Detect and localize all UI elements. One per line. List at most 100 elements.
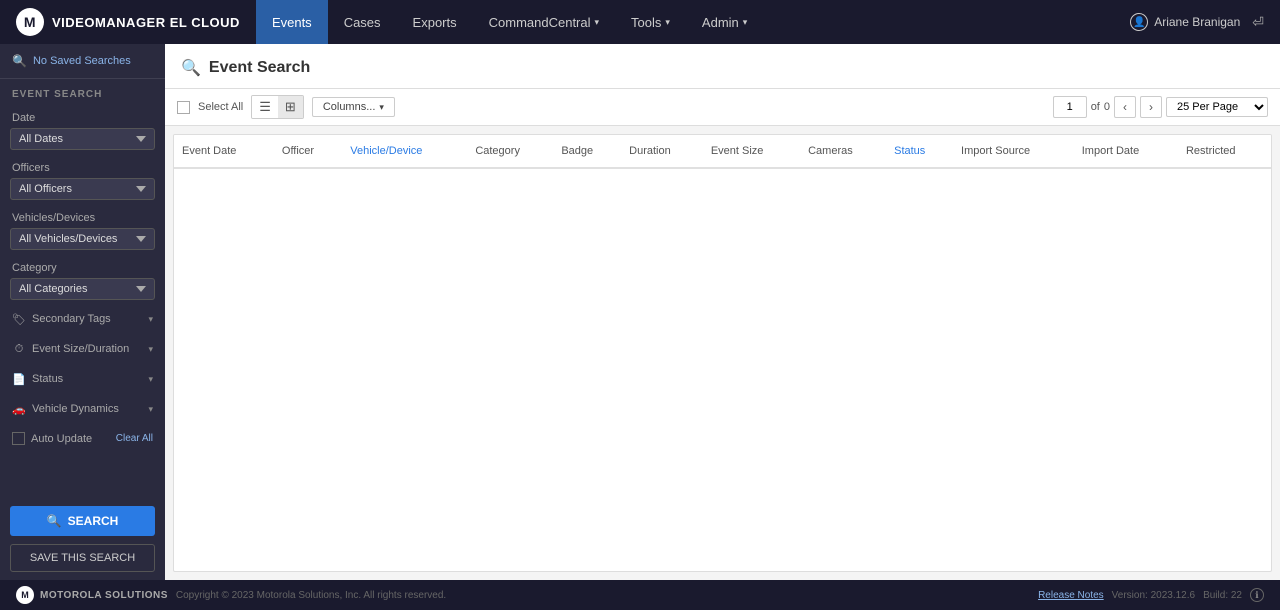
logo-letter: M <box>24 14 36 30</box>
col-import-source: Import Source <box>953 135 1074 168</box>
footer-logo-circle: M <box>16 586 34 604</box>
chevron-down-icon: ▾ <box>379 102 384 113</box>
saved-searches[interactable]: 🔍 No Saved Searches <box>0 44 165 79</box>
nav-command-central[interactable]: CommandCentral▾ <box>473 0 615 44</box>
col-cameras: Cameras <box>800 135 886 168</box>
officers-filter-label: Officers <box>0 154 165 178</box>
app-logo: M VIDEOMANAGER EL CLOUD <box>0 8 256 36</box>
chevron-down-icon: ▾ <box>148 314 153 325</box>
list-view-button[interactable]: ☰ <box>252 96 278 118</box>
footer-brand: MOTOROLA SOLUTIONS <box>40 590 168 601</box>
pagination: of 0 ‹ › 25 Per Page 10 Per Page 50 Per … <box>1053 96 1268 118</box>
columns-button[interactable]: Columns... ▾ <box>312 97 395 117</box>
col-event-size: Event Size <box>703 135 800 168</box>
search-button-label: SEARCH <box>68 514 119 528</box>
username: Ariane Branigan <box>1154 15 1240 29</box>
vehicles-devices-filter-select[interactable]: All Vehicles/Devices <box>10 228 155 250</box>
clear-all-button[interactable]: Clear All <box>116 433 153 444</box>
nav-tools[interactable]: Tools▾ <box>615 0 686 44</box>
page-title: Event Search <box>209 59 310 77</box>
page-separator: of <box>1091 101 1100 113</box>
col-vehicle-device: Vehicle/Device <box>342 135 467 168</box>
status-expandable[interactable]: 📄 Status ▾ <box>0 364 165 394</box>
auto-update-label: Auto Update <box>31 433 92 445</box>
search-icon: 🔍 <box>12 54 27 68</box>
chevron-down-icon: ▾ <box>148 374 153 385</box>
nav-admin[interactable]: Admin▾ <box>686 0 763 44</box>
nav-cases[interactable]: Cases <box>328 0 397 44</box>
select-all-checkbox[interactable] <box>177 101 190 114</box>
main-content: 🔍 Event Search Select All ☰ ⊞ Columns...… <box>165 44 1280 580</box>
vehicles-devices-filter-label: Vehicles/Devices <box>0 204 165 228</box>
file-icon: 📄 <box>12 372 26 386</box>
user-icon: 👤 <box>1130 13 1148 31</box>
status-label: Status <box>32 373 63 385</box>
caret-icon: ▾ <box>595 17 600 28</box>
save-search-button[interactable]: SAVE THIS SEARCH <box>10 544 155 572</box>
save-search-label: SAVE THIS SEARCH <box>30 552 135 564</box>
col-status: Status <box>886 135 953 168</box>
next-page-button[interactable]: › <box>1140 96 1162 118</box>
nav-exports[interactable]: Exports <box>397 0 473 44</box>
sidebar: 🔍 No Saved Searches EVENT SEARCH Date Al… <box>0 44 165 580</box>
date-filter-label: Date <box>0 104 165 128</box>
chevron-down-icon: ▾ <box>148 344 153 355</box>
car-icon: 🚗 <box>12 402 26 416</box>
toolbar: Select All ☰ ⊞ Columns... ▾ of 0 ‹ › 25 … <box>165 89 1280 126</box>
caret-icon: ▾ <box>665 17 670 28</box>
category-filter-label: Category <box>0 254 165 278</box>
vehicle-dynamics-expandable[interactable]: 🚗 Vehicle Dynamics ▾ <box>0 394 165 424</box>
footer-copyright: Copyright © 2023 Motorola Solutions, Inc… <box>176 590 446 601</box>
sidebar-bottom: 🔍 SEARCH SAVE THIS SEARCH <box>0 496 165 572</box>
app-body: 🔍 No Saved Searches EVENT SEARCH Date Al… <box>0 44 1280 580</box>
footer-right: Release Notes Version: 2023.12.6 Build: … <box>1038 588 1264 602</box>
signout-icon[interactable]: ⏎ <box>1252 14 1264 31</box>
category-filter-select[interactable]: All Categories <box>10 278 155 300</box>
prev-page-button[interactable]: ‹ <box>1114 96 1136 118</box>
topnav-right: 👤 Ariane Branigan ⏎ <box>1114 13 1280 31</box>
nav-events[interactable]: Events <box>256 0 328 44</box>
select-all-label: Select All <box>198 101 243 113</box>
event-size-duration-expandable[interactable]: ⏱ Event Size/Duration ▾ <box>0 334 165 364</box>
officers-filter-select[interactable]: All Officers <box>10 178 155 200</box>
date-filter-select[interactable]: All Dates Today This Week This Month <box>10 128 155 150</box>
search-button[interactable]: 🔍 SEARCH <box>10 506 155 536</box>
auto-update-checkbox[interactable] <box>12 432 25 445</box>
saved-searches-label: No Saved Searches <box>33 55 131 67</box>
columns-label: Columns... <box>323 101 376 113</box>
secondary-tags-expandable[interactable]: 🏷 Secondary Tags ▾ <box>0 304 165 334</box>
clock-icon: ⏱ <box>12 342 26 356</box>
app-title: VIDEOMANAGER EL CLOUD <box>52 15 240 30</box>
col-category: Category <box>467 135 553 168</box>
footer: M MOTOROLA SOLUTIONS Copyright © 2023 Mo… <box>0 580 1280 610</box>
col-duration: Duration <box>621 135 703 168</box>
view-toggle: ☰ ⊞ <box>251 95 304 119</box>
col-officer: Officer <box>274 135 342 168</box>
footer-version: Version: 2023.12.6 <box>1112 590 1195 601</box>
secondary-tags-label: Secondary Tags <box>32 313 111 325</box>
per-page-select[interactable]: 25 Per Page 10 Per Page 50 Per Page 100 … <box>1166 97 1268 117</box>
tag-icon: 🏷 <box>12 312 26 326</box>
page-number-input[interactable] <box>1053 96 1087 118</box>
footer-build: Build: 22 <box>1203 590 1242 601</box>
col-event-date: Event Date <box>174 135 274 168</box>
grid-view-button[interactable]: ⊞ <box>278 96 303 118</box>
footer-logo-letter: M <box>21 590 29 600</box>
col-restricted: Restricted <box>1178 135 1271 168</box>
event-size-duration-label: Event Size/Duration <box>32 343 129 355</box>
col-badge: Badge <box>553 135 621 168</box>
event-search-section-label: EVENT SEARCH <box>0 79 165 104</box>
info-icon[interactable]: ℹ <box>1250 588 1264 602</box>
top-navigation: M VIDEOMANAGER EL CLOUD Events Cases Exp… <box>0 0 1280 44</box>
user-info: 👤 Ariane Branigan <box>1130 13 1240 31</box>
results-table-container: Event Date Officer Vehicle/Device Catego… <box>173 134 1272 572</box>
caret-icon: ▾ <box>743 17 748 28</box>
release-notes-link[interactable]: Release Notes <box>1038 590 1104 601</box>
footer-logo: M MOTOROLA SOLUTIONS <box>16 586 168 604</box>
vehicle-dynamics-label: Vehicle Dynamics <box>32 403 119 415</box>
logo-circle: M <box>16 8 44 36</box>
nav-links: Events Cases Exports CommandCentral▾ Too… <box>256 0 1114 44</box>
search-icon: 🔍 <box>47 514 62 528</box>
main-header: 🔍 Event Search <box>165 44 1280 89</box>
search-icon-main: 🔍 <box>181 58 201 78</box>
